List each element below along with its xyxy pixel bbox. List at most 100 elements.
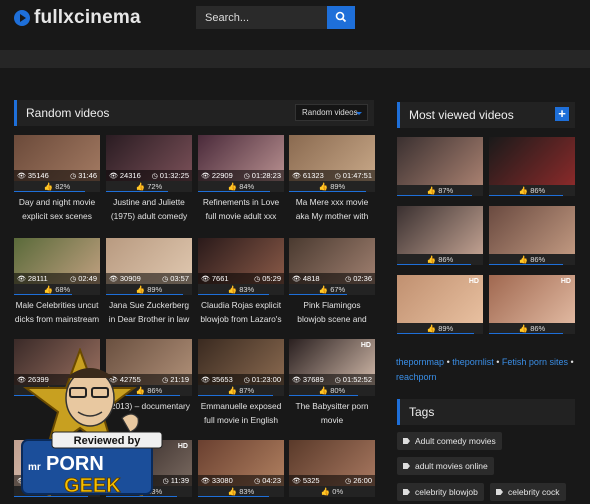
rating-value: 87% xyxy=(239,386,255,395)
eye-icon: 👁 xyxy=(109,173,118,180)
video-card[interactable]: 👍 86% xyxy=(489,206,575,265)
search-button[interactable] xyxy=(327,6,355,29)
video-thumbnail[interactable]: 👁 24316 ◷ 01:32:25 xyxy=(106,135,192,181)
video-card[interactable]: 👁 33080 ◷ 04:23 👍 83% xyxy=(198,440,284,504)
rating-fill xyxy=(106,294,183,295)
video-card[interactable]: 👍 86% xyxy=(397,206,483,265)
rating-bar: 👍 80% xyxy=(289,385,375,396)
rating-fill xyxy=(489,264,563,265)
clock-icon: ◷ xyxy=(254,276,261,283)
rating-bar: 👍 72% xyxy=(106,181,192,192)
video-title[interactable] xyxy=(198,500,284,504)
video-card[interactable]: 👁 35653 ◷ 01:23:00 👍 87% Emmanuelle exposed f… xyxy=(198,339,284,427)
partner-link[interactable]: reachporn xyxy=(396,372,437,382)
video-meta: 👁 35653 ◷ 01:23:00 xyxy=(198,374,284,385)
video-thumbnail[interactable]: 👁 28111 ◷ 02:49 xyxy=(14,238,100,284)
video-title[interactable]: Pink Flamingos blowjob scene and xyxy=(289,298,375,326)
video-title[interactable]: The Babysitter porn movie xyxy=(289,399,375,427)
rating-value: 68% xyxy=(55,285,71,294)
rating-fill xyxy=(14,191,85,192)
video-thumbnail[interactable] xyxy=(489,206,575,254)
search-icon xyxy=(335,11,347,23)
video-title[interactable]: Ma Mere xxx movie aka My mother with xyxy=(289,195,375,223)
video-card[interactable]: 👁 28111 ◷ 02:49 👍 68% Male Celebrities uncut … xyxy=(14,238,100,326)
video-card[interactable]: 👁 5325 ◷ 26:00 👍 0% xyxy=(289,440,375,504)
video-thumbnail[interactable]: 👁 7661 ◷ 05:29 xyxy=(198,238,284,284)
search-input[interactable] xyxy=(196,6,327,29)
video-title[interactable] xyxy=(14,500,100,504)
video-thumbnail[interactable]: HD 👁 37689 ◷ 01:52:52 xyxy=(289,339,375,385)
clock-icon: ◷ xyxy=(70,173,77,180)
tag-item[interactable]: celebrity cock xyxy=(490,483,566,501)
plus-button[interactable]: + xyxy=(555,107,569,121)
video-card[interactable]: 👁 30909 ◷ 03:57 👍 89% Jana Sue Zuckerberg in … xyxy=(106,238,192,326)
video-title[interactable]: Jana Sue Zuckerberg in Dear Brother in l… xyxy=(106,298,192,326)
video-thumbnail[interactable]: 👁 5325 ◷ 26:00 xyxy=(289,440,375,486)
rating-bar: 👍 86% xyxy=(397,254,483,265)
video-thumbnail[interactable] xyxy=(489,137,575,185)
clock-icon: ◷ xyxy=(334,173,341,180)
video-thumbnail[interactable]: 👁 30909 ◷ 03:57 xyxy=(106,238,192,284)
video-title[interactable]: Claudia Rojas explicit blowjob from Laza… xyxy=(198,298,284,326)
site-logo[interactable]: fullxcinema xyxy=(14,7,141,29)
video-thumbnail[interactable]: 👁 22909 ◷ 01:28:23 xyxy=(198,135,284,181)
video-card[interactable]: HD 👍 89% xyxy=(397,275,483,334)
video-card[interactable]: 👁 24316 ◷ 01:32:25 👍 72% Justine and Juliette… xyxy=(106,135,192,223)
partner-link[interactable]: thepornlist xyxy=(452,357,494,367)
video-card[interactable]: 👁 22909 ◷ 01:28:23 👍 84% Refinements in Love … xyxy=(198,135,284,223)
video-title[interactable]: Male Celebrities uncut dicks from mainst… xyxy=(14,298,100,326)
video-card[interactable]: 👁 4818 ◷ 02:36 👍 67% Pink Flamingos blowjob s… xyxy=(289,238,375,326)
video-title[interactable]: Refinements in Love full movie adult xxx xyxy=(198,195,284,223)
video-card[interactable]: 👍 87% xyxy=(397,137,483,196)
eye-icon: 👁 xyxy=(292,377,301,384)
video-thumbnail[interactable]: 👁 35146 ◷ 31:46 xyxy=(14,135,100,181)
rating-value: 80% xyxy=(330,386,346,395)
video-card[interactable]: 👁 61323 ◷ 01:47:51 👍 89% Ma Mere xxx movie ak… xyxy=(289,135,375,223)
video-title[interactable] xyxy=(106,500,192,504)
rating-value: 82% xyxy=(55,182,71,191)
partner-link[interactable]: thepornmap xyxy=(396,357,444,367)
rating-fill xyxy=(198,496,270,497)
video-thumbnail[interactable]: 👁 4818 ◷ 02:36 xyxy=(289,238,375,284)
video-title[interactable]: Emmanuelle exposed full movie in English xyxy=(198,399,284,427)
video-thumbnail[interactable]: HD xyxy=(397,275,483,323)
video-thumbnail[interactable] xyxy=(397,137,483,185)
video-thumbnail[interactable]: 👁 61323 ◷ 01:47:51 xyxy=(289,135,375,181)
video-meta: 👁 28111 ◷ 02:49 xyxy=(14,273,100,284)
video-card[interactable]: HD 👁 37689 ◷ 01:52:52 👍 80% The Babysitter por… xyxy=(289,339,375,427)
video-title[interactable] xyxy=(289,500,375,504)
clock-icon: ◷ xyxy=(243,377,250,384)
reviewed-by-badge[interactable]: Reviewed by mr PORN GEEK xyxy=(2,347,170,500)
tag-item[interactable]: Adult comedy movies xyxy=(397,432,502,450)
rating-fill xyxy=(397,264,471,265)
thumbs-up-icon: 👍 xyxy=(320,487,333,496)
video-title[interactable]: Day and night movie explicit sex scenes xyxy=(14,195,100,223)
tag-icon xyxy=(403,489,410,495)
view-count: 35653 xyxy=(211,375,233,384)
partner-link[interactable]: Fetish porn sites xyxy=(502,357,568,367)
rating-value: 72% xyxy=(147,182,163,191)
sort-dropdown[interactable]: Random videos xyxy=(295,104,368,121)
video-card[interactable]: HD 👍 86% xyxy=(489,275,575,334)
duration: 01:28:23 xyxy=(251,171,281,180)
eye-icon: 👁 xyxy=(292,478,301,485)
video-thumbnail[interactable] xyxy=(397,206,483,254)
view-count: 28111 xyxy=(27,274,48,283)
video-thumbnail[interactable]: 👁 33080 ◷ 04:23 xyxy=(198,440,284,486)
tag-item[interactable]: adult movies online xyxy=(397,457,494,475)
rating-fill xyxy=(106,191,168,192)
clock-icon: ◷ xyxy=(345,478,352,485)
view-count: 35146 xyxy=(27,171,49,180)
partner-links: thepornmap • thepornlist • Fetish porn s… xyxy=(396,357,574,382)
rating-fill xyxy=(198,395,273,396)
thumbs-up-icon: 👍 xyxy=(518,186,531,195)
tag-item[interactable]: celebrity blowjob xyxy=(397,483,484,501)
video-thumbnail[interactable]: HD xyxy=(489,275,575,323)
video-meta: 👁 37689 ◷ 01:52:52 xyxy=(289,374,375,385)
video-card[interactable]: 👍 86% xyxy=(489,137,575,196)
video-card[interactable]: 👁 7661 ◷ 05:29 👍 83% Claudia Rojas explicit b… xyxy=(198,238,284,326)
video-title[interactable]: Justine and Juliette (1975) adult comedy xyxy=(106,195,192,223)
video-thumbnail[interactable]: 👁 35653 ◷ 01:23:00 xyxy=(198,339,284,385)
video-card[interactable]: 👁 35146 ◷ 31:46 👍 82% Day and night movie exp… xyxy=(14,135,100,223)
random-videos-header: Random videos Random videos xyxy=(14,100,374,126)
